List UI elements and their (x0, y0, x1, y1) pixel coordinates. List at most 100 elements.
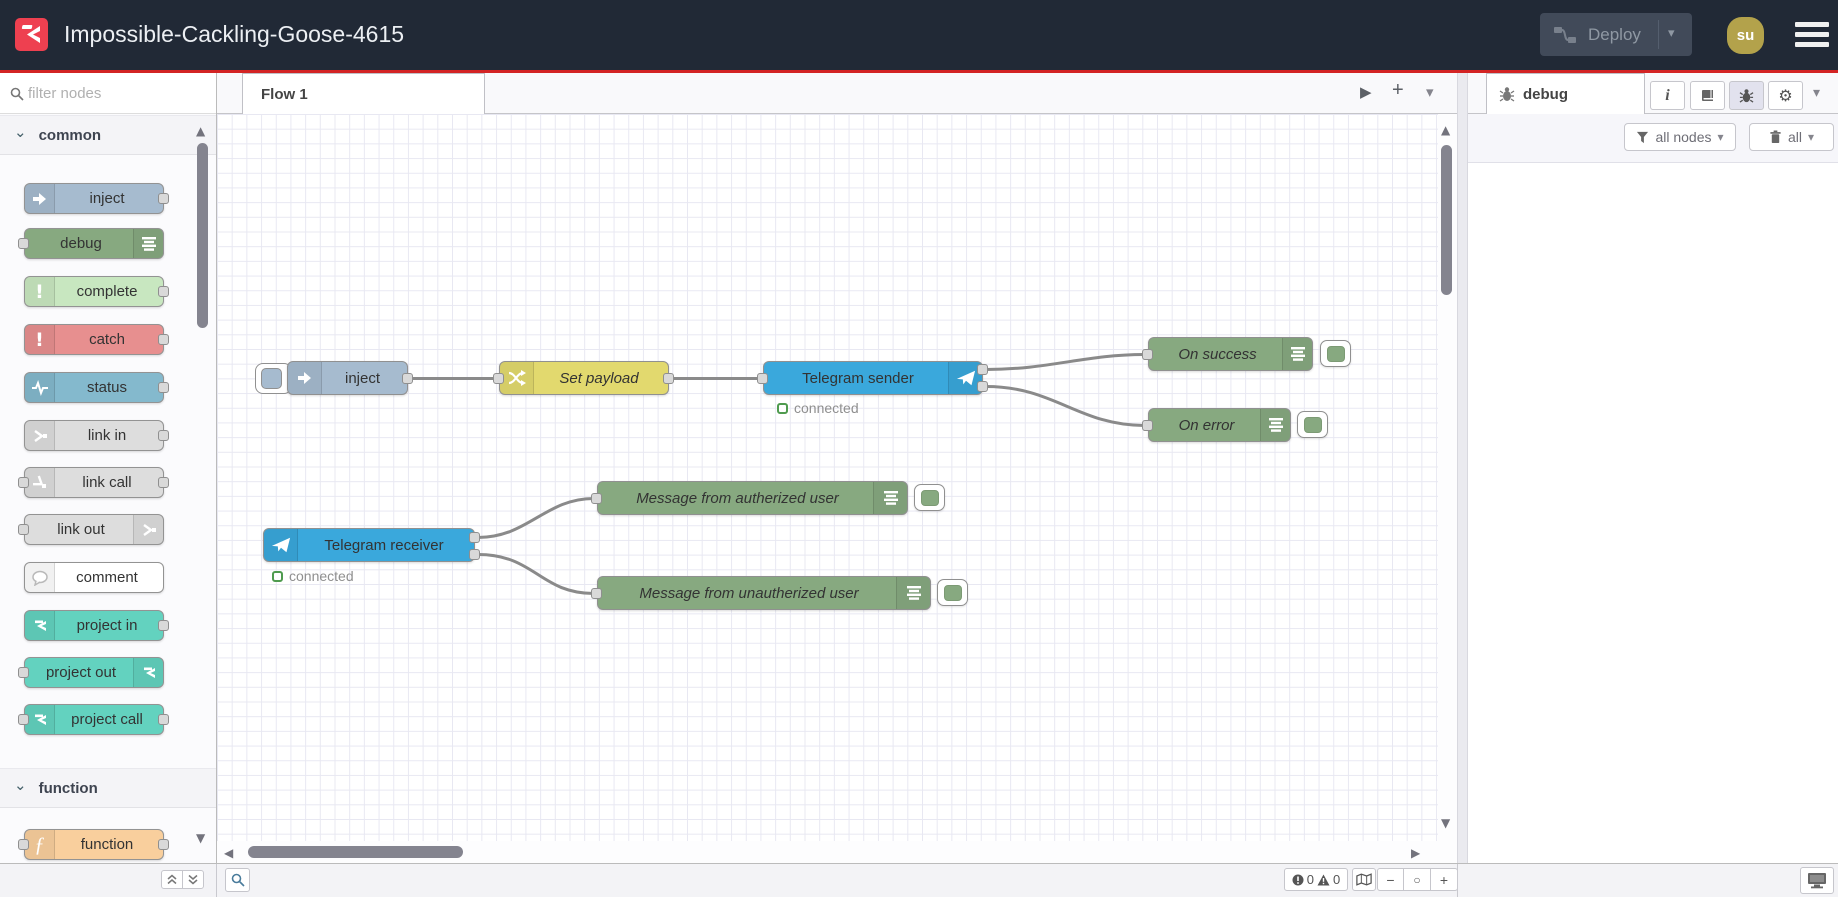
bug-icon (1739, 89, 1754, 103)
double-chevron-down-icon (188, 874, 198, 885)
map-icon (1356, 873, 1372, 886)
node-red-editor: Impossible-Cackling-Goose-4615 Deploy ▾ … (0, 0, 1838, 897)
palette-port (18, 238, 29, 249)
palette-node-catch[interactable]: ! catch (24, 324, 164, 355)
debug-enable-toggle[interactable] (1297, 411, 1328, 438)
config-nodes-button[interactable]: ⚙ (1768, 81, 1803, 110)
deploy-caret-icon[interactable]: ▾ (1668, 25, 1675, 41)
gear-icon: ⚙ (1778, 86, 1793, 105)
tab-scroll-right-icon[interactable]: ▶ (1360, 83, 1372, 101)
output-port[interactable] (977, 364, 988, 375)
debug-enable-toggle[interactable] (1320, 340, 1351, 367)
help-tab-button[interactable] (1690, 81, 1725, 110)
palette-scrollbar-thumb[interactable] (197, 143, 208, 328)
palette-node-debug[interactable]: debug (24, 228, 164, 259)
palette-search (0, 73, 216, 114)
canvas-scroll-left-icon[interactable]: ◀ (224, 846, 233, 860)
input-port[interactable] (1142, 349, 1153, 360)
status-footer: 0 0 − ○ + (0, 863, 1838, 897)
canvas-scroll-right-icon[interactable]: ▶ (1411, 846, 1420, 860)
menu-icon[interactable] (1795, 22, 1829, 49)
palette-node-link-out[interactable]: link out (24, 514, 164, 545)
canvas-search-button[interactable] (225, 868, 250, 892)
sidebar-splitter[interactable] (1457, 73, 1468, 897)
zoom-out-button[interactable]: − (1377, 868, 1404, 891)
canvas-hscrollbar-thumb[interactable] (248, 846, 463, 858)
flow-node-inject[interactable]: inject (287, 361, 408, 395)
output-port[interactable] (663, 373, 674, 384)
zoom-reset-button[interactable]: ○ (1404, 868, 1431, 891)
input-port[interactable] (493, 373, 504, 384)
debug-enable-toggle[interactable] (937, 579, 968, 606)
tab-flow-1[interactable]: Flow 1 (242, 73, 485, 114)
debug-clear-button[interactable]: all ▾ (1749, 123, 1834, 151)
debug-lines-icon (133, 229, 163, 258)
palette-node-comment[interactable]: comment (24, 562, 164, 593)
sidebar-menu-caret-icon[interactable]: ▾ (1813, 84, 1820, 101)
debug-tab-button[interactable] (1729, 81, 1764, 110)
output-port[interactable] (469, 549, 480, 560)
palette-node-link-call[interactable]: link call (24, 467, 164, 498)
debug-enable-toggle[interactable] (914, 484, 945, 511)
output-port[interactable] (402, 373, 413, 384)
zoom-in-button[interactable]: + (1431, 868, 1458, 891)
status-text: connected (794, 400, 859, 416)
input-port[interactable] (591, 588, 602, 599)
flow-node-msg-unauthorized[interactable]: Message from unautherized user (597, 576, 931, 610)
palette-node-project-call[interactable]: project call (24, 704, 164, 735)
canvas-scroll-up-icon[interactable]: ▲ (1441, 123, 1450, 137)
zoom-reset-icon: ○ (1413, 872, 1421, 887)
palette-port (18, 714, 29, 725)
palette-node-label: link call (82, 474, 132, 491)
palette-node-status[interactable]: status (24, 372, 164, 403)
flow-node-msg-authorized[interactable]: Message from autherized user (597, 481, 908, 515)
input-port[interactable] (757, 373, 768, 384)
deploy-button[interactable]: Deploy ▾ (1540, 13, 1692, 56)
palette-collapse-all-button[interactable] (161, 870, 183, 889)
palette-scroll-down-icon[interactable]: ▼ (196, 831, 205, 845)
navigator-button[interactable] (1352, 868, 1376, 891)
add-flow-button[interactable]: + (1392, 79, 1404, 102)
user-avatar[interactable]: su (1727, 17, 1764, 54)
flow-node-on-error[interactable]: On error (1148, 408, 1291, 442)
debug-filter-button[interactable]: all nodes ▾ (1624, 123, 1736, 151)
palette-port (18, 524, 29, 535)
palette-node-inject[interactable]: inject (24, 183, 164, 214)
palette-category-function[interactable]: ⌄ function (0, 768, 216, 808)
link-icon (25, 421, 55, 450)
palette-search-input[interactable] (28, 81, 188, 105)
palette-node-function[interactable]: ƒ function (24, 829, 164, 860)
flow-node-on-success[interactable]: On success (1148, 337, 1313, 371)
debug-filter-bar: all nodes ▾ all ▾ (1468, 114, 1838, 163)
palette-node-link-in[interactable]: link in (24, 420, 164, 451)
node-label: On error (1178, 416, 1235, 434)
palette-node-project-in[interactable]: project in (24, 610, 164, 641)
palette-category-common[interactable]: ⌄ common (0, 115, 216, 155)
monitor-icon (1808, 873, 1826, 889)
palette-scroll-up-icon[interactable]: ▲ (196, 124, 205, 138)
input-port[interactable] (1142, 420, 1153, 431)
output-port[interactable] (469, 532, 480, 543)
flow-canvas[interactable] (217, 114, 1438, 845)
caret-down-icon: ▾ (1717, 130, 1724, 144)
page-title: Impossible-Cackling-Goose-4615 (64, 21, 405, 47)
flow-list-caret-icon[interactable]: ▾ (1426, 83, 1434, 101)
fullscreen-monitor-button[interactable] (1800, 867, 1834, 894)
info-tab-button[interactable]: i (1650, 81, 1685, 110)
palette-node-complete[interactable]: ! complete (24, 276, 164, 307)
palette-node-label: inject (89, 190, 125, 207)
palette-node-project-out[interactable]: project out (24, 657, 164, 688)
flow-node-telegram-receiver[interactable]: Telegram receiver (263, 528, 475, 562)
canvas-vscrollbar-thumb[interactable] (1441, 145, 1452, 295)
canvas-scroll-down-icon[interactable]: ▼ (1441, 816, 1450, 830)
flow-node-set-payload[interactable]: Set payload (499, 361, 669, 395)
debug-lines-icon (896, 577, 930, 609)
palette-expand-all-button[interactable] (182, 870, 204, 889)
node-status: connected (777, 400, 859, 416)
palette: ⌄ common inject debug ! complete ! catch (0, 73, 217, 863)
output-port[interactable] (977, 381, 988, 392)
tab-debug[interactable]: debug (1486, 73, 1645, 114)
flow-node-telegram-sender[interactable]: Telegram sender (763, 361, 983, 395)
input-port[interactable] (591, 493, 602, 504)
notification-counts[interactable]: 0 0 (1284, 868, 1348, 891)
